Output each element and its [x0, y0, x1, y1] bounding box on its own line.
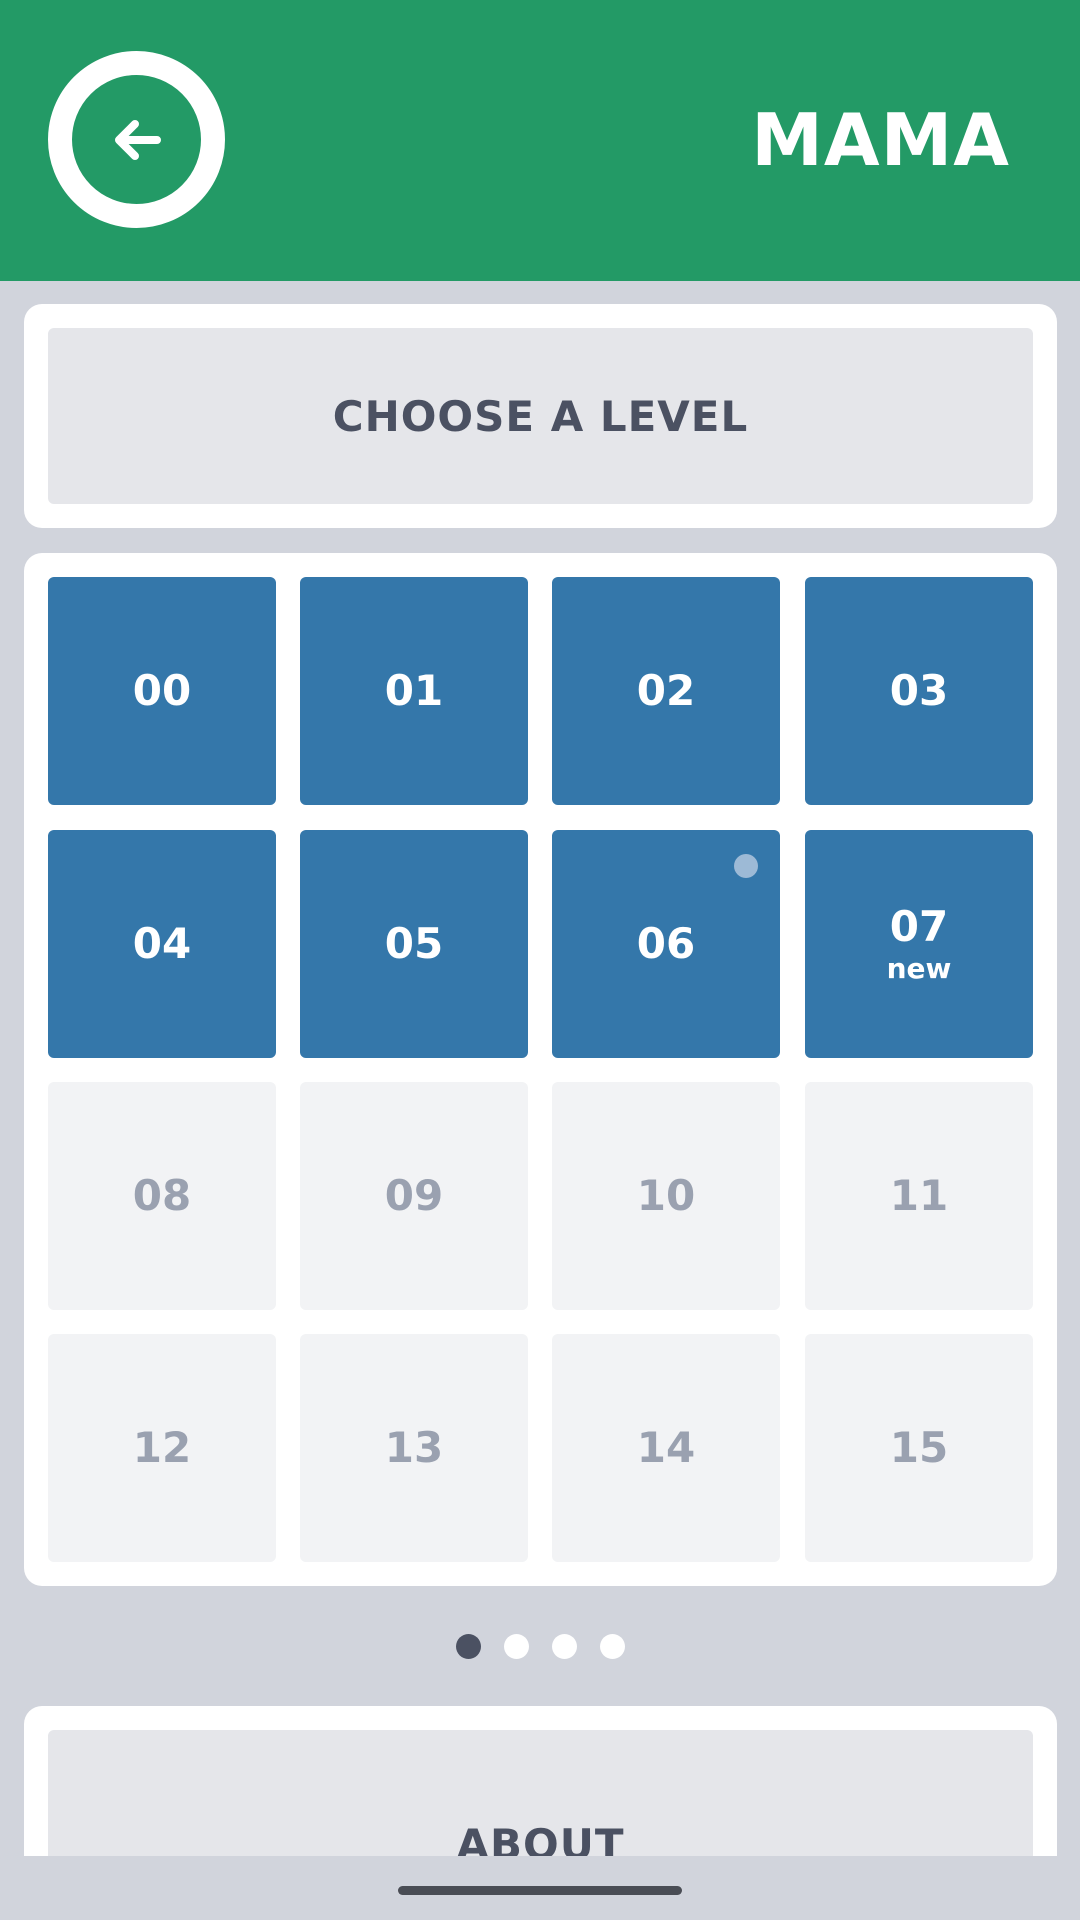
level-tile-13[interactable]: 13	[300, 1334, 528, 1562]
level-tile-14[interactable]: 14	[552, 1334, 780, 1562]
level-tile-10[interactable]: 10	[552, 1082, 780, 1310]
level-tile-15[interactable]: 15	[805, 1334, 1033, 1562]
level-tile-00[interactable]: 00	[48, 577, 276, 805]
level-number: 10	[636, 1171, 696, 1220]
level-tile-12[interactable]: 12	[48, 1334, 276, 1562]
level-grid: 00 01 02 03 04 05 06 07 new 08 09 10 11 12 13 14 15	[24, 553, 1057, 1586]
level-tile-05[interactable]: 05	[300, 830, 528, 1058]
level-tile-06[interactable]: 06	[552, 830, 780, 1058]
level-number: 09	[384, 1171, 444, 1220]
level-number: 07	[889, 902, 949, 951]
home-indicator[interactable]	[398, 1886, 682, 1895]
level-number: 00	[132, 666, 192, 715]
level-select-header-card: CHOOSE A LEVEL	[24, 304, 1057, 528]
level-number: 12	[132, 1423, 192, 1472]
level-number: 01	[384, 666, 444, 715]
level-number: 02	[636, 666, 696, 715]
level-tile-08[interactable]: 08	[48, 1082, 276, 1310]
level-tile-03[interactable]: 03	[805, 577, 1033, 805]
level-number: 14	[636, 1423, 696, 1472]
level-number: 15	[889, 1423, 949, 1472]
level-number: 03	[889, 666, 949, 715]
level-tile-02[interactable]: 02	[552, 577, 780, 805]
page-dot-4[interactable]	[599, 1634, 625, 1659]
page-dot-3[interactable]	[551, 1634, 577, 1659]
app-title: MAMA	[751, 98, 1010, 182]
back-button[interactable]	[48, 51, 225, 228]
level-number: 11	[889, 1171, 949, 1220]
level-tile-07[interactable]: 07 new	[805, 830, 1033, 1058]
progress-dot-icon	[734, 854, 758, 878]
page-dot-2[interactable]	[503, 1634, 529, 1659]
arrow-left-icon	[114, 119, 161, 160]
level-number: 13	[384, 1423, 444, 1472]
header-bar: MAMA	[0, 0, 1080, 281]
level-tile-09[interactable]: 09	[300, 1082, 528, 1310]
level-tile-11[interactable]: 11	[805, 1082, 1033, 1310]
page-dot-1[interactable]	[455, 1634, 481, 1659]
level-number: 08	[132, 1171, 192, 1220]
level-select-header: CHOOSE A LEVEL	[48, 328, 1033, 504]
new-badge: new	[886, 952, 952, 985]
level-number: 06	[636, 919, 696, 968]
level-tile-01[interactable]: 01	[300, 577, 528, 805]
level-number: 04	[132, 919, 192, 968]
level-number: 05	[384, 919, 444, 968]
page-indicator	[0, 1634, 1080, 1659]
page-title: CHOOSE A LEVEL	[332, 391, 749, 441]
level-tile-04[interactable]: 04	[48, 830, 276, 1058]
